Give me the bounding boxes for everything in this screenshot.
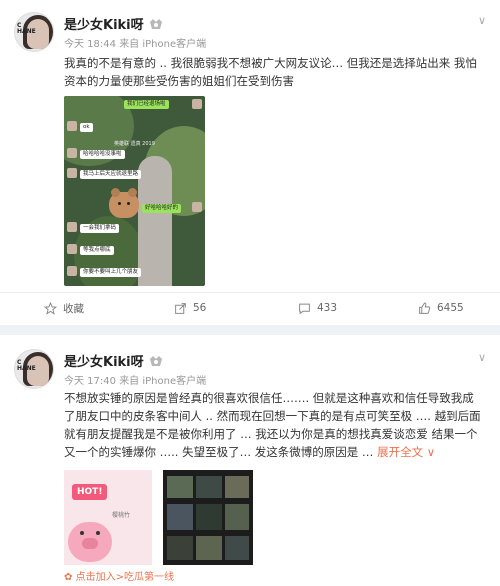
- flower-icon: ✿: [64, 572, 73, 583]
- star-icon: [44, 301, 57, 315]
- post-text: 我真的不是有意的 .. 我很脆弱我不想被广大网友议论… 但我还是选择站出来 我怕…: [64, 56, 477, 88]
- chat-bubble: 我们已经退场啦: [124, 100, 169, 109]
- post-text: 不想放实锤的原因是曾经真的很喜欢很信任……. 但就是这种喜欢和信任导致我成了朋友…: [64, 391, 481, 459]
- hot-label: HOT!: [72, 484, 108, 500]
- like-button[interactable]: 6455: [418, 293, 464, 323]
- chat-bubble: 哈哈哈哈没事啦: [80, 150, 125, 159]
- join-group-link[interactable]: ✿ 点击加入>吃瓜第一线: [64, 568, 174, 583]
- thumb-text: 樱桃竹: [112, 512, 131, 519]
- comment-icon: [299, 303, 310, 314]
- avatar[interactable]: C HANE: [14, 349, 54, 389]
- avatar[interactable]: C HANE: [14, 12, 54, 52]
- image-thumbnail-1[interactable]: HOT! 樱桃竹: [64, 470, 152, 565]
- chevron-down-icon[interactable]: ∨: [478, 351, 486, 364]
- chat-bubble: ok: [80, 123, 93, 132]
- favorite-button[interactable]: 收藏: [44, 293, 84, 323]
- username[interactable]: 是少女Kiki呀: [64, 351, 163, 370]
- chevron-down-icon[interactable]: ∨: [478, 14, 486, 27]
- pig-sticker-icon: [68, 522, 112, 562]
- vip-badge-icon: [149, 19, 162, 29]
- vip-badge-icon: [149, 356, 162, 366]
- comment-button[interactable]: 433: [298, 293, 337, 323]
- chat-bubble: 一会我们拿码: [80, 224, 120, 233]
- post-meta: 今天 18:44 来自 iPhone客户端: [64, 39, 207, 50]
- username[interactable]: 是少女Kiki呀: [64, 14, 163, 33]
- thumbs-up-icon: [419, 302, 431, 314]
- chat-bubble: 我马上后天应就退里路: [80, 170, 142, 179]
- chanel-logo-icon: C HANE: [17, 359, 36, 372]
- chat-screenshot-image[interactable]: 我们已经退场啦 ok 英雄联 遗真 2019 哈哈哈哈没事啦 我马上后天应就退里…: [64, 96, 205, 286]
- chat-date: 英雄联 遗真 2019: [114, 141, 155, 147]
- action-bar: 收藏 56 433 6455: [0, 292, 500, 322]
- chat-bubble: 等我点哪底: [80, 246, 114, 255]
- post-divider: [0, 325, 500, 335]
- post-meta: 今天 17:40 来自 iPhone客户端: [64, 376, 207, 387]
- expand-link[interactable]: 展开全文 ∨: [377, 445, 435, 459]
- weibo-post-1: C HANE 是少女Kiki呀 今天 18:44 来自 iPhone客户端 ∨ 我…: [0, 0, 500, 325]
- share-button[interactable]: 56: [174, 293, 206, 323]
- share-icon: [175, 302, 186, 314]
- chanel-logo-icon: C HANE: [17, 22, 36, 35]
- image-thumbnail-2[interactable]: [163, 470, 253, 565]
- bear-sticker-icon: [109, 188, 139, 218]
- chat-bubble: 好哈哈哈好的: [142, 204, 182, 213]
- chat-bubble: 你要不要叫上几个朋友: [80, 268, 142, 277]
